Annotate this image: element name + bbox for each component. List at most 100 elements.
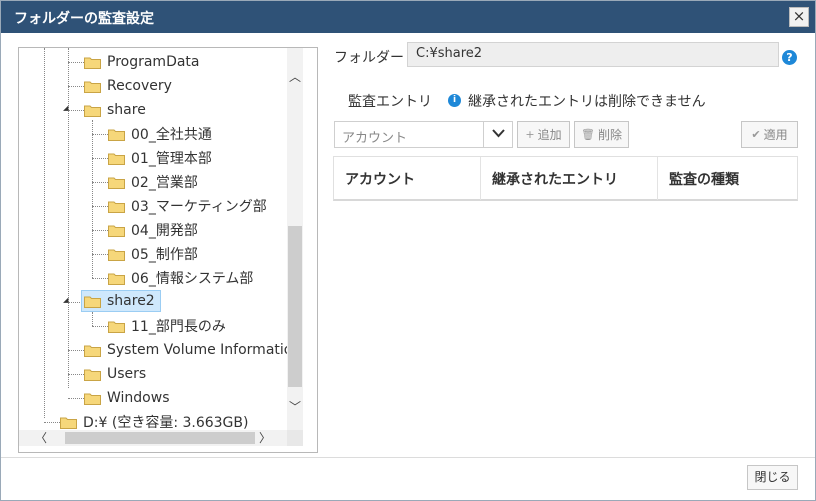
folder-icon (84, 345, 101, 357)
tree-line (68, 62, 84, 63)
folder-icon (60, 417, 77, 429)
tree-line (92, 182, 108, 183)
inherited-entry-note: 継承されたエントリは削除できません (468, 94, 706, 110)
tree-item-users[interactable]: Users (84, 363, 146, 385)
tree-line (68, 110, 84, 111)
scroll-right-icon[interactable]: 〉 (257, 430, 273, 446)
tree-line (92, 254, 108, 255)
tree-line (92, 326, 108, 327)
close-icon[interactable]: × (789, 7, 809, 27)
scroll-up-icon[interactable]: ︿ (287, 68, 303, 85)
tree-item-windows[interactable]: Windows (84, 387, 170, 409)
tree-item-drive-d[interactable]: D:¥ (空き容量: 3.663GB) (60, 411, 248, 430)
folder-icon (84, 369, 101, 381)
folder-icon (108, 153, 125, 165)
footer-divider (1, 457, 815, 458)
trash-icon: 🗑 (581, 128, 595, 141)
scroll-down-icon[interactable]: ﹀ (287, 398, 303, 415)
tree-item-system-volume-information[interactable]: System Volume Information (84, 339, 287, 361)
tree-line (92, 206, 108, 207)
tree-line (68, 374, 84, 375)
tree-item-label: share (107, 102, 146, 118)
folder-icon (108, 321, 125, 333)
folder-icon (108, 249, 125, 261)
tree-line (92, 230, 108, 231)
title-bar: フォルダーの監査設定 × (1, 1, 815, 33)
tree-item-programdata[interactable]: ProgramData (84, 51, 200, 73)
folder-icon (84, 296, 101, 308)
tree-item-label: Users (107, 366, 147, 382)
audit-entry-table: アカウント 継承されたエントリ 監査の種類 (333, 156, 798, 201)
folder-icon (84, 105, 101, 117)
tree-item-label: share2 (107, 293, 155, 309)
tree-item-label: 01_管理本部 (131, 151, 212, 167)
tree-item-label: D:¥ (空き容量: 3.663GB) (83, 415, 249, 430)
folder-label: フォルダー (334, 50, 404, 66)
horizontal-scroll-thumb[interactable] (65, 432, 255, 444)
tree-item-label: System Volume Information (107, 342, 287, 358)
folder-tree: ◢ ◢ ProgramData Recovery share 00_全社共通 0… (19, 48, 287, 430)
folder-path-field: C:¥share2 (407, 42, 779, 67)
folder-tree-panel: ◢ ◢ ProgramData Recovery share 00_全社共通 0… (18, 47, 318, 453)
column-header-audit-type[interactable]: 監査の種類 (658, 157, 797, 200)
close-button[interactable]: 閉じる (747, 465, 798, 490)
column-header-inherited[interactable]: 継承されたエントリ (481, 157, 658, 200)
account-placeholder: アカウント (342, 131, 408, 146)
folder-icon (108, 177, 125, 189)
folder-icon (108, 201, 125, 213)
tree-item-label: 02_営業部 (131, 175, 198, 191)
tree-line (68, 398, 84, 399)
plus-icon: + (525, 128, 535, 141)
scrollbar-corner (287, 430, 303, 446)
tree-horizontal-scrollbar[interactable]: 〈 〉 (19, 430, 287, 446)
tree-item-01[interactable]: 01_管理本部 (108, 147, 212, 169)
add-button[interactable]: + 追加 (517, 121, 570, 148)
tree-line (92, 312, 93, 326)
chevron-down-glyph (491, 129, 505, 138)
folder-icon (108, 129, 125, 141)
scroll-left-icon[interactable]: 〈 (33, 430, 49, 446)
add-button-label: 追加 (537, 128, 562, 142)
tree-item-04[interactable]: 04_開発部 (108, 219, 198, 241)
tree-item-share2[interactable]: share2 (81, 290, 161, 312)
tree-item-label: 06_情報システム部 (131, 271, 254, 287)
tree-item-05[interactable]: 05_制作部 (108, 243, 198, 265)
tree-item-label: 04_開発部 (131, 223, 198, 239)
tree-item-label: 05_制作部 (131, 247, 198, 263)
tree-line (44, 422, 60, 423)
folder-icon (108, 225, 125, 237)
apply-button-label: 適用 (763, 128, 788, 142)
tree-item-00[interactable]: 00_全社共通 (108, 123, 212, 145)
tree-item-share[interactable]: share (84, 99, 146, 121)
tree-line (68, 302, 82, 303)
folder-icon (84, 393, 101, 405)
tree-line (92, 134, 108, 135)
delete-button[interactable]: 🗑 削除 (574, 121, 629, 148)
folder-icon (84, 81, 101, 93)
help-icon[interactable]: ? (782, 50, 797, 65)
column-header-account[interactable]: アカウント (334, 157, 481, 200)
tree-line (68, 350, 84, 351)
tree-item-label: Windows (107, 390, 170, 406)
delete-button-label: 削除 (597, 128, 622, 142)
chevron-down-icon[interactable] (483, 122, 512, 147)
tree-line (92, 158, 108, 159)
expanded-triangle-icon[interactable]: ◢ (63, 104, 68, 112)
tree-vertical-scrollbar[interactable]: ︿ ﹀ (287, 48, 303, 430)
tree-item-label: Recovery (107, 78, 172, 94)
tree-line (92, 278, 108, 279)
tree-item-11[interactable]: 11_部門長のみ (108, 315, 226, 337)
tree-item-06[interactable]: 06_情報システム部 (108, 267, 253, 289)
tree-item-label: 03_マーケティング部 (131, 199, 267, 215)
apply-button[interactable]: ✔ 適用 (741, 121, 798, 148)
tree-item-02[interactable]: 02_営業部 (108, 171, 198, 193)
tree-line (68, 86, 84, 87)
tree-line (68, 48, 69, 388)
vertical-scroll-thumb[interactable] (288, 226, 302, 387)
check-icon: ✔ (751, 128, 761, 141)
audit-entry-title: 監査エントリ (348, 94, 432, 110)
tree-item-03[interactable]: 03_マーケティング部 (108, 195, 267, 217)
expanded-triangle-icon[interactable]: ◢ (63, 296, 68, 304)
account-select[interactable]: アカウント (334, 121, 513, 148)
tree-item-recovery[interactable]: Recovery (84, 75, 172, 97)
